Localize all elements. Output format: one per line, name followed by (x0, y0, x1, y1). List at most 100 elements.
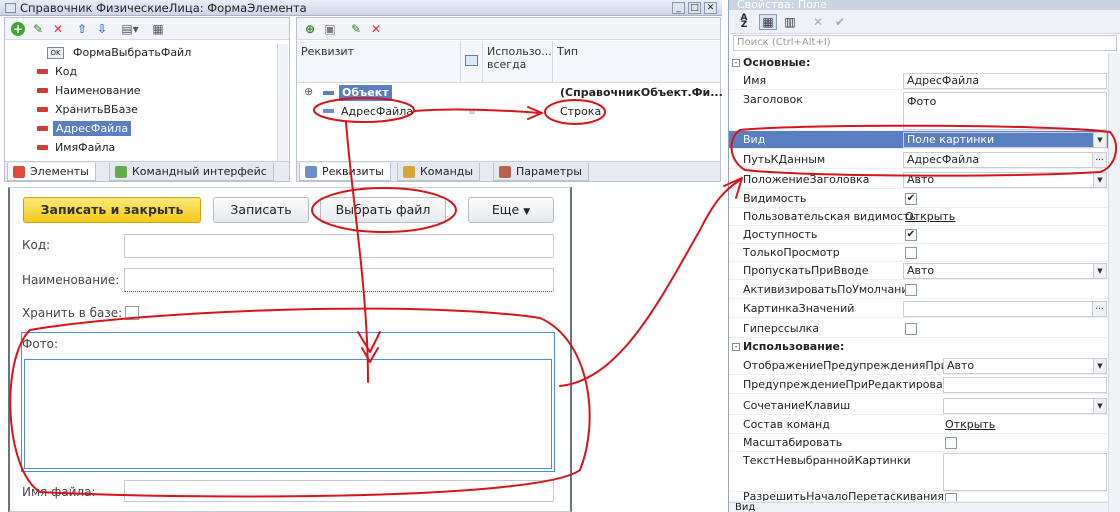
edit-attribute-icon[interactable]: ✎ (349, 22, 363, 36)
prop-hyperlink-checkbox[interactable] (905, 323, 917, 335)
search-placeholder: Поиск (Ctrl+Alt+I) (737, 37, 831, 48)
save-and-close-button[interactable]: Записать и закрыть (23, 197, 201, 223)
prop-activate-checkbox[interactable] (905, 284, 917, 296)
elements-tabs: Элементы Командный интерфейс (5, 161, 289, 181)
save-button[interactable]: Записать (213, 197, 309, 223)
tab-command-interface[interactable]: Командный интерфейс (109, 163, 274, 181)
choose-icon[interactable]: ... (1092, 302, 1106, 316)
filename-label: Имя файла: (22, 485, 96, 499)
prop-warning-display-select[interactable]: Авто ▼ (943, 358, 1107, 374)
prop-readonly-checkbox[interactable] (905, 247, 917, 259)
prop-label: Доступность (743, 228, 818, 241)
attribute-row-file-address[interactable]: АдресФайла Строка (297, 103, 720, 121)
code-input[interactable] (124, 234, 554, 258)
section-main[interactable]: - Основные: (729, 56, 1109, 70)
photo-picture-field[interactable] (24, 359, 552, 469)
prop-visible-checkbox[interactable]: ✔ (905, 193, 917, 205)
prop-header-input[interactable]: Фото (903, 92, 1107, 130)
maximize-icon[interactable]: □ (688, 2, 701, 14)
prop-allow-drag-checkbox[interactable] (945, 493, 957, 501)
tab-elements[interactable]: Элементы (7, 163, 96, 181)
properties-scrollbar[interactable] (1108, 53, 1120, 512)
section-usage[interactable]: - Использование: (729, 340, 1109, 354)
sort-alpha-icon[interactable]: AZ (737, 14, 751, 30)
prop-commands-link[interactable]: Открыть (945, 416, 995, 434)
prop-title-position-select[interactable]: Авто ▼ (903, 172, 1107, 188)
tree-item-choose-file[interactable]: OK ФормаВыбратьФайл (47, 44, 191, 62)
clear-icon[interactable]: ✕ (811, 15, 825, 29)
tab-commands[interactable]: Команды (397, 163, 481, 181)
attribute-row-object[interactable]: ⊕ Объект (СправочникОбъект.Фи... (297, 84, 723, 102)
prop-view-select[interactable]: Поле картинки ▼ (903, 132, 1107, 148)
expand-icon[interactable]: ⊕ (304, 85, 313, 98)
delete-icon[interactable]: ✕ (51, 22, 65, 36)
column-header-always-use[interactable]: Использо... всегда (483, 41, 553, 83)
move-down-icon[interactable]: ⇩ (95, 22, 109, 36)
minimize-icon[interactable]: _ (672, 2, 685, 14)
dropdown-icon[interactable]: ▼ (1093, 173, 1106, 187)
prop-datapath-input[interactable]: АдресФайла... (903, 152, 1107, 168)
choose-icon[interactable]: ... (1092, 153, 1106, 167)
dropdown-icon[interactable]: ▼ (1093, 133, 1106, 147)
tree-item-label: ХранитьВБазе (55, 103, 138, 116)
prop-shortcut-select[interactable]: ▼ (943, 398, 1107, 414)
prop-no-picture-text-input[interactable] (943, 453, 1107, 491)
more-button[interactable]: Еще ▼ (468, 197, 554, 223)
prop-edit-warning: ПредупреждениеПриРедактировании (729, 376, 1109, 394)
status-text: Вид (735, 502, 756, 512)
store-in-base-checkbox[interactable] (125, 306, 139, 320)
properties-icon[interactable]: ▦ (151, 22, 165, 36)
name-input[interactable] (124, 268, 554, 292)
add-attribute-icon[interactable]: ⊕ (303, 22, 317, 36)
window-title-bar: Справочник ФизическиеЛица: ФормаЭлемента… (0, 0, 722, 16)
prop-scale: Масштабировать (729, 434, 1109, 452)
column-header-type[interactable]: Тип (553, 41, 720, 83)
attributes-tab-icon (305, 166, 317, 178)
dropdown-icon[interactable]: ▼ (1093, 264, 1106, 278)
prop-value: Авто (947, 359, 975, 372)
dropdown-icon[interactable]: ▼ (1093, 359, 1106, 373)
prop-readonly: ТолькоПросмотр (729, 244, 1109, 262)
prop-edit-warning-input[interactable] (943, 377, 1107, 393)
prop-name-input[interactable]: АдресФайла (903, 73, 1107, 89)
filter-icon[interactable]: ▥ (783, 15, 797, 29)
tree-item-name[interactable]: Наименование (33, 82, 140, 100)
categories-icon[interactable]: ▦ (759, 14, 777, 30)
elements-scrollbar[interactable] (277, 44, 288, 162)
copy-icon[interactable]: ▣ (323, 22, 337, 36)
tree-item-store[interactable]: ХранитьВБазе (33, 101, 138, 119)
prop-picture-input[interactable]: ... (903, 301, 1107, 317)
prop-label: Заголовок (743, 93, 803, 106)
prop-scale-checkbox[interactable] (945, 437, 957, 449)
tab-label: Параметры (516, 165, 582, 178)
tree-item-code[interactable]: Код (33, 63, 77, 81)
properties-title-bar: Свойства: Поле (729, 0, 1120, 10)
add-icon[interactable]: + (11, 22, 25, 36)
layout-menu-icon[interactable]: ▤▾ (119, 22, 141, 36)
always-use-marker[interactable] (469, 109, 475, 114)
apply-icon[interactable]: ✔ (833, 15, 847, 29)
prop-label: КартинкаЗначений (743, 302, 855, 315)
choose-file-button[interactable]: Выбрать файл (320, 197, 446, 223)
edit-icon[interactable]: ✎ (31, 22, 45, 36)
prop-skip-select[interactable]: Авто ▼ (903, 263, 1107, 279)
delete-attribute-icon[interactable]: ✕ (369, 22, 383, 36)
properties-search-input[interactable]: Поиск (Ctrl+Alt+I) (733, 35, 1117, 51)
tab-parameters[interactable]: Параметры (493, 163, 589, 181)
tab-attributes[interactable]: Реквизиты (299, 163, 391, 181)
move-up-icon[interactable]: ⇧ (75, 22, 89, 36)
prop-user-visibility-link[interactable]: Открыть (905, 208, 955, 226)
attribute-name: Объект (339, 85, 392, 101)
tree-item-filename[interactable]: ИмяФайла (33, 139, 115, 157)
attributes-grid-header: Реквизит Использо... всегда Тип (297, 41, 720, 83)
elements-toolbar: + ✎ ✕ ⇧ ⇩ ▤▾ ▦ (5, 18, 289, 40)
filename-input[interactable] (124, 480, 554, 502)
properties-status-bar: Вид (729, 502, 1120, 512)
tree-item-file-address[interactable]: АдресФайла (33, 120, 132, 138)
dropdown-icon[interactable]: ▼ (1093, 399, 1106, 413)
column-header-icon (461, 41, 483, 83)
window-title: Справочник ФизическиеЛица: ФормаЭлемента (20, 1, 307, 15)
close-icon[interactable]: ✕ (704, 2, 717, 14)
column-header-attribute[interactable]: Реквизит (297, 41, 461, 83)
prop-enabled-checkbox[interactable]: ✔ (905, 229, 917, 241)
